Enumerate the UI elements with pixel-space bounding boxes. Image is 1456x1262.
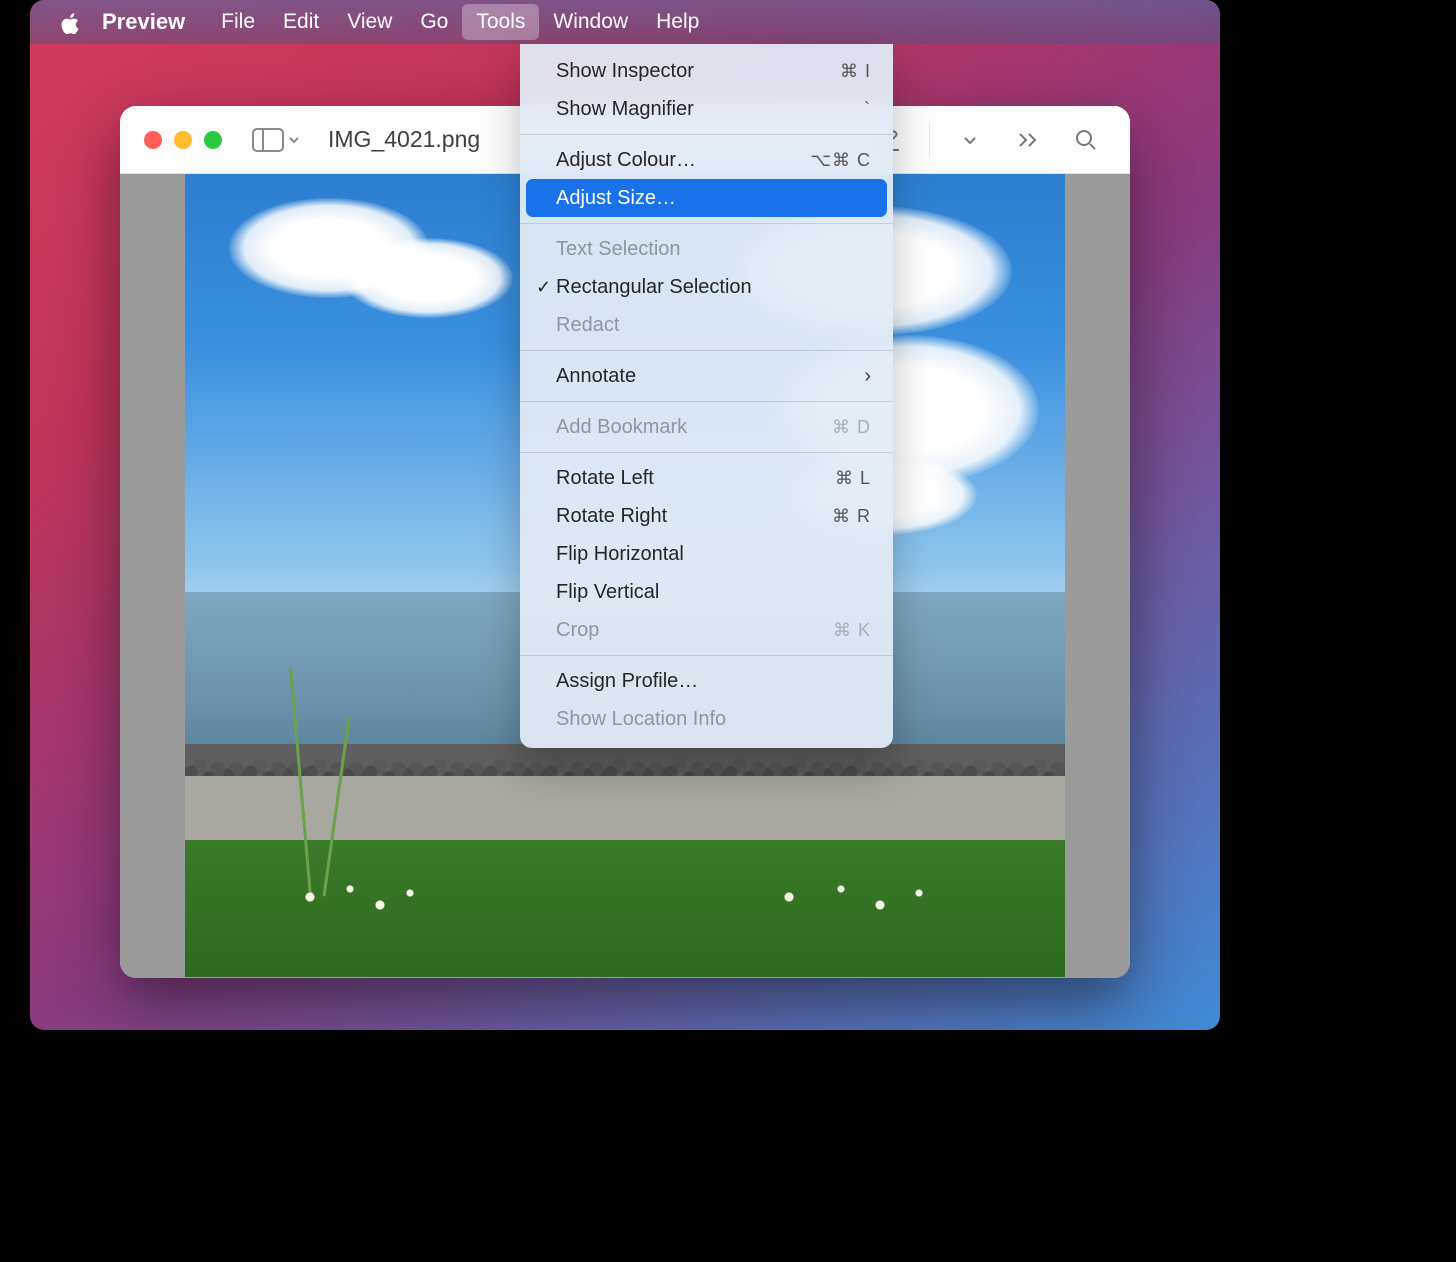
menu-item-label: Flip Horizontal [556,543,871,566]
menu-item-label: Adjust Size… [556,187,871,210]
search-button[interactable] [1062,122,1110,158]
menu-file[interactable]: File [207,4,269,40]
menu-separator [520,452,893,453]
menu-item-label: Crop [556,619,833,642]
menu-separator [520,223,893,224]
menu-item-label: Rotate Right [556,505,832,528]
window-controls [120,131,222,149]
menu-item-label: Show Magnifier [556,98,864,121]
menu-item-flip-horizontal[interactable]: ✓Flip Horizontal [520,535,893,573]
menu-separator [520,655,893,656]
menu-shortcut: ⌥⌘ C [810,150,871,171]
menu-item-assign-profile[interactable]: ✓Assign Profile… [520,662,893,700]
menu-item-label: Text Selection [556,238,871,261]
tools-menu: ✓Show Inspector⌘ I✓Show Magnifier`✓Adjus… [520,44,893,748]
menu-item-label: Rectangular Selection [556,276,871,299]
menu-window[interactable]: Window [539,4,642,40]
menu-item-label: Add Bookmark [556,416,832,439]
menu-shortcut: ⌘ R [832,506,871,527]
menu-item-label: Redact [556,314,871,337]
apple-icon[interactable] [60,12,80,32]
menu-item-text-selection: ✓Text Selection [520,230,893,268]
menu-help[interactable]: Help [642,4,713,40]
menu-go[interactable]: Go [406,4,462,40]
menu-item-label: Annotate [556,365,864,388]
menu-item-label: Flip Vertical [556,581,871,604]
menu-separator [520,401,893,402]
toolbar-more[interactable] [1004,122,1052,158]
menu-item-annotate[interactable]: ✓Annotate› [520,357,893,395]
menu-item-show-location-info: ✓Show Location Info [520,700,893,738]
menu-item-rotate-left[interactable]: ✓Rotate Left⌘ L [520,459,893,497]
menu-tools[interactable]: Tools [462,4,539,40]
separator [929,123,930,157]
menu-item-redact: ✓Redact [520,306,893,344]
zoom-button[interactable] [204,131,222,149]
menu-shortcut: ⌘ L [835,468,871,489]
menu-edit[interactable]: Edit [269,4,333,40]
window-title: IMG_4021.png [328,126,480,153]
desktop: Preview File Edit View Go Tools Window H… [30,0,1220,1030]
sidebar-toggle[interactable] [252,128,300,152]
menu-item-rectangular-selection[interactable]: ✓Rectangular Selection [520,268,893,306]
menu-item-show-inspector[interactable]: ✓Show Inspector⌘ I [520,52,893,90]
menu-item-label: Adjust Colour… [556,149,810,172]
menu-view[interactable]: View [333,4,406,40]
chevron-down-icon [288,134,300,146]
menu-shortcut: ` [864,99,871,120]
minimize-button[interactable] [174,131,192,149]
toolbar-dropdown[interactable] [946,122,994,158]
menu-shortcut: ⌘ D [832,417,871,438]
menu-shortcut: ⌘ K [833,620,871,641]
menu-separator [520,350,893,351]
menu-item-adjust-size[interactable]: ✓Adjust Size… [526,179,887,217]
menu-item-flip-vertical[interactable]: ✓Flip Vertical [520,573,893,611]
menu-separator [520,134,893,135]
check-icon: ✓ [536,277,554,298]
app-name[interactable]: Preview [102,9,185,35]
close-button[interactable] [144,131,162,149]
menu-item-rotate-right[interactable]: ✓Rotate Right⌘ R [520,497,893,535]
chevron-right-icon: › [864,365,871,388]
menu-item-label: Assign Profile… [556,670,871,693]
menu-item-adjust-colour[interactable]: ✓Adjust Colour…⌥⌘ C [520,141,893,179]
menu-item-label: Show Location Info [556,708,871,731]
menu-item-show-magnifier[interactable]: ✓Show Magnifier` [520,90,893,128]
search-icon [1075,129,1097,151]
menu-shortcut: ⌘ I [840,61,871,82]
menu-item-label: Show Inspector [556,60,840,83]
chevron-down-icon [962,132,978,148]
menu-bar: Preview File Edit View Go Tools Window H… [30,0,1220,44]
menu-item-crop: ✓Crop⌘ K [520,611,893,649]
menu-item-label: Rotate Left [556,467,835,490]
menu-item-add-bookmark: ✓Add Bookmark⌘ D [520,408,893,446]
chevron-right-double-icon [1017,131,1039,149]
